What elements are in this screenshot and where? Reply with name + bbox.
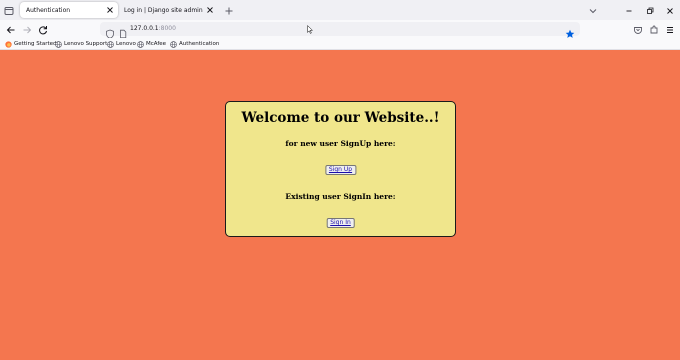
globe-icon: [170, 40, 177, 48]
minimize-icon[interactable]: [622, 3, 636, 17]
bookmark-getting-started[interactable]: Getting Started: [5, 39, 57, 49]
tab-authentication[interactable]: Authentication: [20, 2, 118, 18]
shield-icon[interactable]: [105, 24, 115, 39]
globe-icon: [107, 40, 114, 48]
url-host: 127.0.0.1: [130, 25, 159, 32]
plus-icon[interactable]: [222, 3, 236, 17]
address-bar[interactable]: 127.0.0.1:8000: [100, 22, 580, 39]
menu-icon[interactable]: [663, 22, 677, 36]
welcome-card: Welcome to our Website..! for new user S…: [225, 101, 456, 237]
navigation-bar: 127.0.0.1:8000: [0, 20, 680, 39]
restore-icon[interactable]: [643, 3, 657, 17]
tab-title: Log in | Django site admin: [124, 6, 203, 14]
mouse-cursor-icon: [307, 19, 314, 34]
back-arrow-icon[interactable]: [4, 22, 18, 36]
globe-icon: [55, 40, 62, 48]
globe-icon: [137, 40, 144, 48]
new-user-text: for new user SignUp here:: [285, 139, 396, 148]
bookmark-mcafee[interactable]: McAfee: [137, 39, 166, 49]
extensions-icon[interactable]: [647, 22, 661, 36]
bookmark-label: Getting Started: [14, 41, 57, 47]
bookmark-label: Lenovo: [116, 41, 136, 47]
forward-arrow-icon[interactable]: [20, 22, 34, 36]
bookmark-lenovo[interactable]: Lenovo: [107, 39, 136, 49]
sign-up-button[interactable]: Sign Up: [324, 165, 357, 175]
existing-user-text: Existing user SignIn here:: [285, 192, 396, 201]
bookmark-lenovo-support[interactable]: Lenovo Support: [55, 39, 107, 49]
tab-title: Authentication: [26, 6, 71, 14]
bookmark-label: Lenovo Support: [64, 41, 108, 47]
chevron-down-icon[interactable]: [586, 3, 600, 17]
pocket-icon[interactable]: [631, 22, 645, 36]
bookmark-authentication[interactable]: Authentication: [170, 39, 219, 49]
firefox-view-icon[interactable]: [2, 3, 16, 17]
close-icon[interactable]: [204, 4, 216, 16]
firefox-icon: [5, 40, 12, 48]
page-body: Welcome to our Website..! for new user S…: [0, 51, 680, 360]
close-icon[interactable]: [104, 4, 116, 16]
sign-in-button[interactable]: Sign In: [326, 218, 355, 228]
page-icon[interactable]: [118, 24, 128, 39]
close-window-icon[interactable]: [663, 3, 677, 17]
url-text[interactable]: 127.0.0.1:8000: [130, 25, 176, 32]
bookmark-label: McAfee: [146, 41, 167, 47]
url-port: :8000: [158, 25, 176, 32]
tab-django-admin[interactable]: Log in | Django site admin: [118, 2, 218, 18]
reload-icon[interactable]: [36, 22, 50, 36]
bookmarks-toolbar: Getting Started Lenovo Support Lenovo Mc…: [0, 38, 680, 50]
bookmark-star-icon[interactable]: [565, 24, 575, 38]
page-title: Welcome to our Website..!: [241, 110, 440, 126]
tab-bar: Authentication Log in | Django site admi…: [0, 0, 680, 20]
bookmark-label: Authentication: [179, 41, 220, 47]
